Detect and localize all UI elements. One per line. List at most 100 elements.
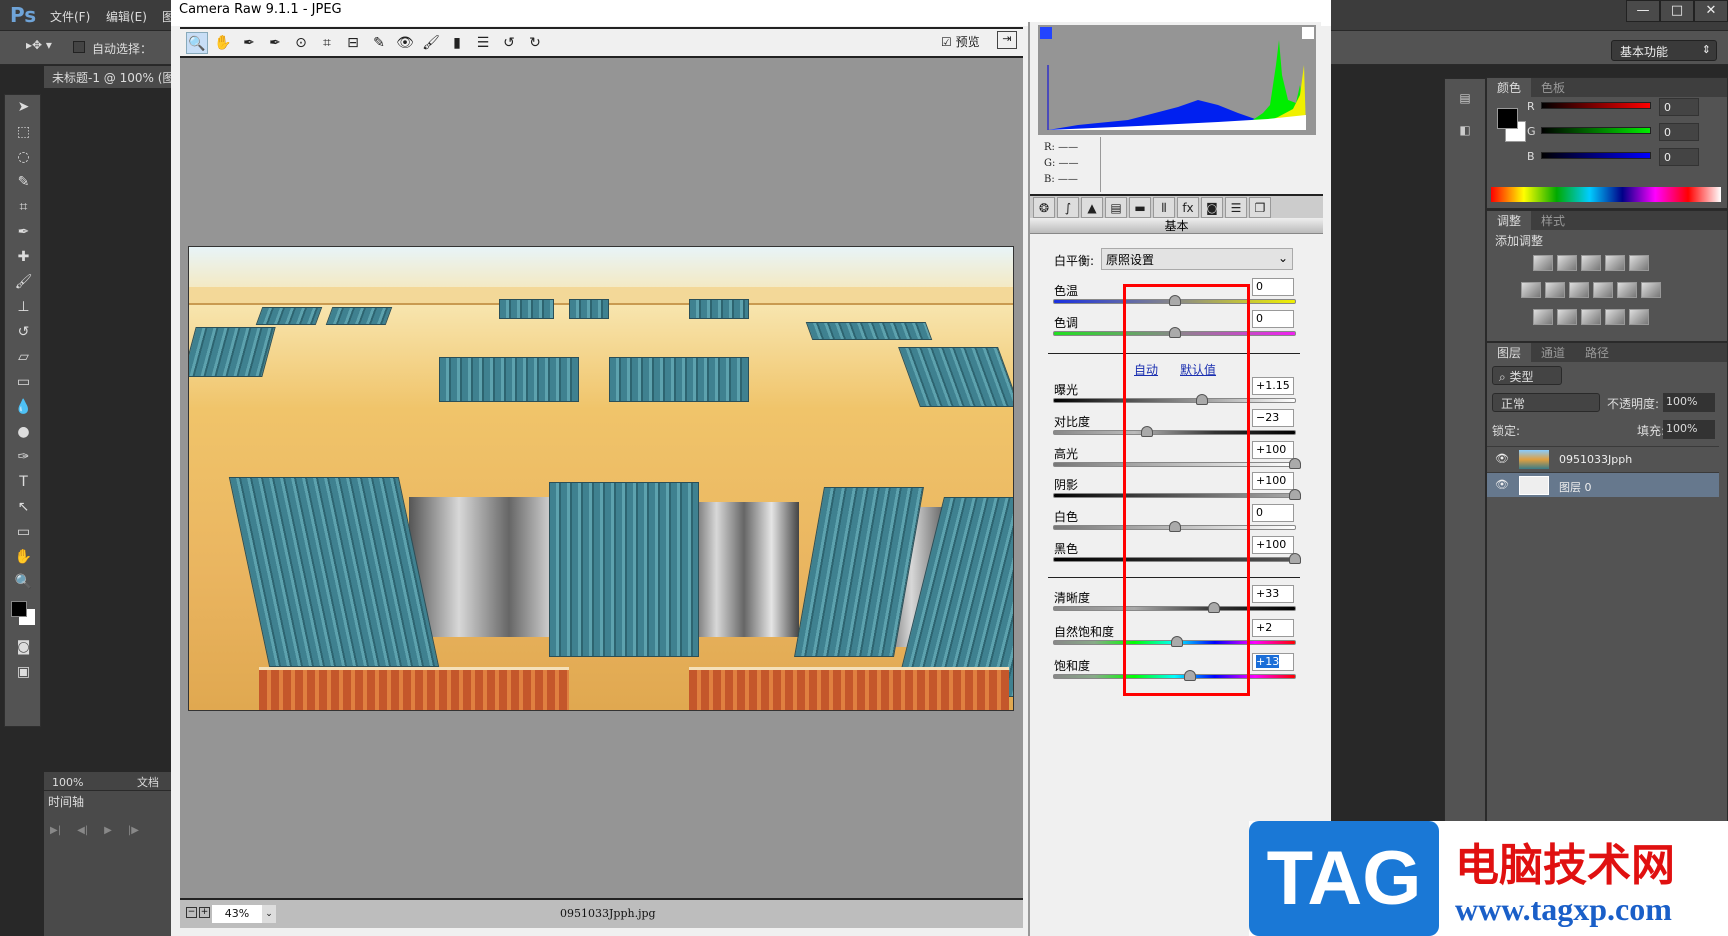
channel-value-input[interactable]: 0	[1659, 123, 1699, 141]
channel-slider[interactable]	[1541, 127, 1651, 134]
layer-name[interactable]: 图层 0	[1559, 479, 1592, 495]
first-frame-button[interactable]: ▶|	[50, 825, 61, 836]
gradient-map-icon[interactable]	[1629, 309, 1649, 325]
channel-slider[interactable]	[1541, 152, 1651, 159]
slider-value-input[interactable]: 0	[1252, 278, 1294, 296]
healing-tool-icon[interactable]: ✚	[5, 245, 42, 270]
channel-mixer-icon[interactable]	[1617, 282, 1637, 298]
dodge-tool-icon[interactable]: ●	[5, 420, 42, 445]
hue-sat-icon[interactable]	[1521, 282, 1541, 298]
tab-color[interactable]: 颜色	[1487, 78, 1532, 97]
effects-tab-icon[interactable]: fx	[1177, 197, 1199, 218]
color-swatches[interactable]	[5, 595, 40, 635]
levels-icon[interactable]	[1557, 255, 1577, 271]
document-tab[interactable]: 未标题-1 @ 100% (图	[44, 66, 171, 88]
preview-checkbox[interactable]: ☑ 预览	[941, 33, 980, 50]
menu-edit[interactable]: 编辑(E)	[106, 8, 147, 25]
shape-tool-icon[interactable]: ▭	[5, 520, 42, 545]
blend-mode-select[interactable]: 正常	[1492, 393, 1600, 412]
red-eye-icon[interactable]: 👁	[394, 32, 416, 54]
minimize-button[interactable]: —	[1626, 0, 1660, 22]
zoom-in-button[interactable]: +	[199, 907, 210, 918]
tab-swatches[interactable]: 色板	[1531, 78, 1575, 97]
tab-channels[interactable]: 通道	[1531, 343, 1575, 362]
close-button[interactable]: ✕	[1694, 0, 1728, 22]
fullscreen-toggle-icon[interactable]: ⇥	[997, 31, 1017, 49]
exposure-icon[interactable]	[1605, 255, 1625, 271]
layer-row[interactable]: 👁 0951033Jpph	[1487, 446, 1719, 471]
curves-icon[interactable]	[1581, 255, 1601, 271]
hand-tool-icon[interactable]: ✋	[5, 545, 42, 570]
blur-tool-icon[interactable]: 💧	[5, 395, 42, 420]
slider-value-input[interactable]: −23	[1252, 409, 1294, 427]
properties-icon[interactable]: ◧	[1445, 123, 1485, 137]
quick-mask-icon[interactable]: ◙	[5, 635, 42, 660]
invert-icon[interactable]	[1533, 309, 1553, 325]
threshold-icon[interactable]	[1581, 309, 1601, 325]
status-zoom[interactable]: 100%	[52, 776, 83, 789]
brush-tool-icon[interactable]: 🖌	[5, 270, 42, 295]
path-select-icon[interactable]: ↖	[5, 495, 42, 520]
straighten-tool-icon[interactable]: ⊟	[342, 32, 364, 54]
screen-mode-icon[interactable]: ▣	[5, 660, 42, 685]
slider-value-input[interactable]: +1.15	[1252, 377, 1294, 395]
rotate-left-icon[interactable]: ↺	[498, 32, 520, 54]
history-icon[interactable]: ▤	[1445, 91, 1485, 105]
slider-value-input[interactable]: +100	[1252, 441, 1294, 459]
gradient-tool-icon[interactable]: ▭	[5, 370, 42, 395]
move-tool-icon[interactable]: ▸✥ ▾	[26, 38, 52, 52]
color-lookup-icon[interactable]	[1641, 282, 1661, 298]
slider-value-input[interactable]: +100	[1252, 472, 1294, 490]
slider-value-input[interactable]: 0	[1252, 504, 1294, 522]
timeline-tab[interactable]: 时间轴	[48, 793, 84, 810]
layer-filter-select[interactable]: ⌕ 类型	[1492, 366, 1562, 385]
color-balance-icon[interactable]	[1545, 282, 1565, 298]
prev-frame-button[interactable]: ◀|	[77, 825, 88, 836]
white-balance-select[interactable]: 原照设置 ⌄	[1101, 248, 1293, 270]
selective-color-icon[interactable]	[1605, 309, 1625, 325]
photo-filter-icon[interactable]	[1593, 282, 1613, 298]
slider-value-input[interactable]: +2	[1252, 619, 1294, 637]
opacity-input[interactable]: 100%	[1663, 393, 1715, 412]
channel-slider[interactable]	[1541, 102, 1651, 109]
color-sampler-icon[interactable]: ✒	[264, 32, 286, 54]
channel-value-input[interactable]: 0	[1659, 98, 1699, 116]
camera-calibration-tab-icon[interactable]: ◙	[1201, 197, 1223, 218]
workspace-select[interactable]: 基本功能 ⇕	[1611, 40, 1717, 61]
slider-value-input[interactable]: +33	[1252, 585, 1294, 603]
lasso-tool-icon[interactable]: ◌	[5, 145, 42, 170]
lens-tab-icon[interactable]: ⫴	[1153, 197, 1175, 218]
snapshots-tab-icon[interactable]: ❐	[1249, 197, 1271, 218]
marquee-tool-icon[interactable]: ⬚	[5, 120, 42, 145]
zoom-level-select[interactable]: 43%	[212, 905, 262, 923]
white-balance-tool-icon[interactable]: ✒	[238, 32, 260, 54]
split-toning-tab-icon[interactable]: ▬	[1129, 197, 1151, 218]
channel-value-input[interactable]: 0	[1659, 148, 1699, 166]
play-button[interactable]: ▶	[104, 825, 112, 836]
basic-tab-icon[interactable]: ❂	[1033, 197, 1055, 218]
zoom-tool-icon[interactable]: 🔍	[186, 31, 208, 54]
stamp-tool-icon[interactable]: ⊥	[5, 295, 42, 320]
posterize-icon[interactable]	[1557, 309, 1577, 325]
foreground-color[interactable]	[11, 601, 27, 617]
chevron-down-icon[interactable]: ⌄	[262, 905, 276, 923]
zoom-out-button[interactable]: −	[186, 907, 197, 918]
move-tool-icon[interactable]: ➤	[5, 95, 42, 120]
history-brush-icon[interactable]: ↺	[5, 320, 42, 345]
zoom-tool-icon[interactable]: 🔍	[5, 570, 42, 595]
slider-thumb[interactable]	[1289, 489, 1301, 500]
vibrance-icon[interactable]	[1629, 255, 1649, 271]
brightness-icon[interactable]	[1533, 255, 1553, 271]
color-spectrum[interactable]	[1491, 187, 1721, 202]
presets-tab-icon[interactable]: ☰	[1225, 197, 1247, 218]
maximize-button[interactable]: □	[1660, 0, 1694, 22]
fg-swatch[interactable]	[1497, 108, 1518, 129]
rotate-right-icon[interactable]: ↻	[524, 32, 546, 54]
layer-name[interactable]: 0951033Jpph	[1559, 453, 1632, 466]
crop-tool-icon[interactable]: ⌗	[316, 32, 338, 54]
targeted-adjust-icon[interactable]: ⊙	[290, 32, 312, 54]
layer-row-selected[interactable]: 👁 图层 0	[1487, 472, 1719, 497]
bw-icon[interactable]	[1569, 282, 1589, 298]
menu-file[interactable]: 文件(F)	[50, 8, 90, 25]
preferences-icon[interactable]: ☰	[472, 32, 494, 54]
